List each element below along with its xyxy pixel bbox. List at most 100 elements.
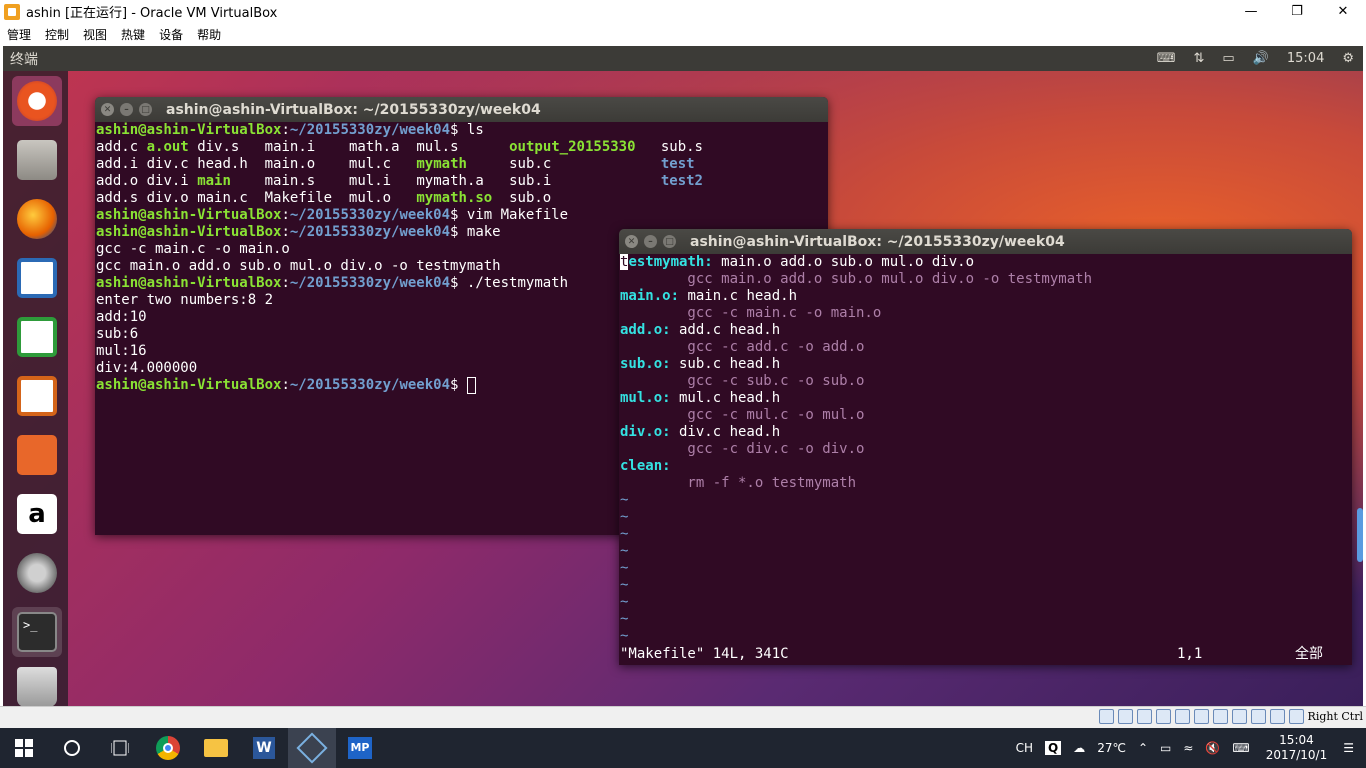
- menu-hotkey[interactable]: 热键: [121, 26, 145, 43]
- vim-empty-line: ~: [620, 509, 1352, 526]
- rule-cmd: gcc -c sub.c -o sub.o: [620, 373, 865, 389]
- ls-item: head.h: [197, 156, 248, 172]
- clock[interactable]: 15:04: [1287, 51, 1324, 66]
- libreoffice-writer-icon[interactable]: [12, 253, 62, 303]
- wifi-icon[interactable]: ≈: [1183, 741, 1193, 755]
- terminal-1-titlebar[interactable]: ✕ – □ ashin@ashin-VirtualBox: ~/20155330…: [95, 97, 828, 122]
- guest-screen[interactable]: 终端 ⌨ ⇅ ▭ 🔊 15:04 ⚙ a >_ ✕ – □ ashin@ashi…: [3, 46, 1363, 706]
- tray-clock[interactable]: 15:04 2017/10/1: [1266, 733, 1328, 763]
- ls-item: mul.o: [348, 190, 392, 206]
- menu-manage[interactable]: 管理: [7, 26, 31, 43]
- output-text: gcc main.o add.o sub.o mul.o div.o -o te…: [96, 258, 501, 274]
- maximize-button[interactable]: ❐: [1274, 0, 1320, 23]
- ls-item: main: [197, 173, 231, 189]
- output-text: add:10: [96, 309, 147, 325]
- word-icon[interactable]: W: [240, 728, 288, 768]
- ime-indicator[interactable]: Q: [1045, 741, 1062, 755]
- minimize-icon[interactable]: –: [120, 103, 133, 116]
- keyboard-icon[interactable]: ⌨: [1157, 51, 1176, 66]
- close-icon[interactable]: ✕: [101, 103, 114, 116]
- windows-start-icon[interactable]: [0, 728, 48, 768]
- window-title: ashin [正在运行] - Oracle VM VirtualBox: [26, 6, 278, 21]
- network-tray-icon[interactable]: ▭: [1160, 741, 1171, 755]
- notification-icon[interactable]: ☰: [1343, 741, 1354, 755]
- close-button[interactable]: ✕: [1320, 0, 1366, 23]
- close-icon[interactable]: ✕: [625, 235, 638, 248]
- files-icon[interactable]: [12, 135, 62, 185]
- rule-deps: add.c head.h: [670, 322, 781, 338]
- minimize-icon[interactable]: –: [644, 235, 657, 248]
- task-view-icon[interactable]: [96, 728, 144, 768]
- menu-help[interactable]: 帮助: [197, 26, 221, 43]
- command: ./testmymath: [466, 275, 569, 291]
- maximize-icon[interactable]: □: [663, 235, 676, 248]
- network-icon[interactable]: ⇅: [1193, 51, 1204, 66]
- vim-buffer[interactable]: testmymath: main.o add.o sub.o mul.o div…: [619, 254, 1352, 645]
- temperature[interactable]: 27℃: [1097, 741, 1126, 755]
- terminal-icon[interactable]: >_: [12, 607, 62, 657]
- terminal-cursor: [466, 377, 476, 394]
- gear-icon[interactable]: ⚙: [1342, 51, 1354, 66]
- libreoffice-impress-icon[interactable]: [12, 371, 62, 421]
- search-icon[interactable]: [48, 728, 96, 768]
- virtualbox-taskbar-icon[interactable]: [288, 728, 336, 768]
- volume-tray-icon[interactable]: 🔇: [1205, 741, 1220, 755]
- rule-target: main.o:: [620, 288, 680, 304]
- rule-deps: main.o add.o sub.o mul.o div.o: [712, 254, 975, 270]
- usb-icon[interactable]: [1174, 709, 1190, 724]
- virtualbox-app-icon: [4, 3, 20, 20]
- ubuntu-dash-icon[interactable]: [12, 76, 62, 126]
- display-icon[interactable]: [1212, 709, 1228, 724]
- output-text: mul:16: [96, 343, 147, 359]
- menu-devices[interactable]: 设备: [159, 26, 183, 43]
- ls-item: mul.c: [348, 156, 392, 172]
- audio-icon[interactable]: [1136, 709, 1152, 724]
- rule-target: div.o:: [620, 424, 671, 440]
- shared-folder-icon[interactable]: [1193, 709, 1209, 724]
- ls-item: add.o: [96, 173, 139, 189]
- rule-cmd: gcc -c add.c -o add.o: [620, 339, 865, 355]
- ubuntu-software-icon[interactable]: [12, 430, 62, 480]
- file-explorer-icon[interactable]: [192, 728, 240, 768]
- weather-icon[interactable]: ☁: [1073, 741, 1085, 755]
- cpu-icon[interactable]: [1250, 709, 1266, 724]
- ls-item: main.o: [264, 156, 316, 172]
- terminal-window-2[interactable]: ✕ – □ ashin@ashin-VirtualBox: ~/20155330…: [619, 229, 1352, 665]
- harddisk-icon[interactable]: [1098, 709, 1114, 724]
- volume-icon[interactable]: 🔊: [1253, 51, 1269, 66]
- amazon-icon[interactable]: a: [12, 489, 62, 539]
- keyboard-tray-icon[interactable]: ⌨: [1232, 741, 1249, 755]
- firefox-icon[interactable]: [12, 194, 62, 244]
- maximize-icon[interactable]: □: [139, 103, 152, 116]
- menu-control[interactable]: 控制: [45, 26, 69, 43]
- battery-icon[interactable]: ▭: [1222, 51, 1234, 66]
- rule-cmd: gcc -c div.c -o div.o: [620, 441, 865, 457]
- vbox-status-bar: Right Ctrl: [0, 706, 1366, 728]
- network-adapter-icon[interactable]: [1155, 709, 1171, 724]
- makefile-command: gcc -c main.c -o main.o: [620, 305, 1352, 322]
- chrome-icon[interactable]: [144, 728, 192, 768]
- minimize-button[interactable]: —: [1228, 0, 1274, 23]
- command: vim Makefile: [466, 207, 569, 223]
- keyboard-capture-icon[interactable]: [1288, 709, 1304, 724]
- makefile-command: gcc main.o add.o sub.o mul.o div.o -o te…: [620, 271, 1352, 288]
- mp-icon[interactable]: MP: [336, 728, 384, 768]
- tray-expand-icon[interactable]: ⌃: [1138, 741, 1148, 755]
- system-settings-icon[interactable]: [12, 548, 62, 598]
- terminal-2-titlebar[interactable]: ✕ – □ ashin@ashin-VirtualBox: ~/20155330…: [619, 229, 1352, 254]
- makefile-rule: main.o: main.c head.h: [620, 288, 1352, 305]
- scroll-handle[interactable]: [1357, 508, 1363, 562]
- ls-item: main.i: [264, 139, 316, 155]
- libreoffice-calc-icon[interactable]: [12, 312, 62, 362]
- tilde: ~: [620, 492, 629, 508]
- recording-icon[interactable]: [1231, 709, 1247, 724]
- input-lang[interactable]: CH: [1016, 741, 1033, 755]
- terminal-2-title: ashin@ashin-VirtualBox: ~/20155330zy/wee…: [690, 233, 1065, 250]
- trash-icon[interactable]: [12, 662, 62, 706]
- mouse-integration-icon[interactable]: [1269, 709, 1285, 724]
- menu-view[interactable]: 视图: [83, 26, 107, 43]
- optical-drive-icon[interactable]: [1117, 709, 1133, 724]
- vim-empty-line: ~: [620, 492, 1352, 509]
- makefile-command: rm -f *.o testmymath: [620, 475, 1352, 492]
- prompt-user: ashin@ashin-VirtualBox: [96, 275, 282, 291]
